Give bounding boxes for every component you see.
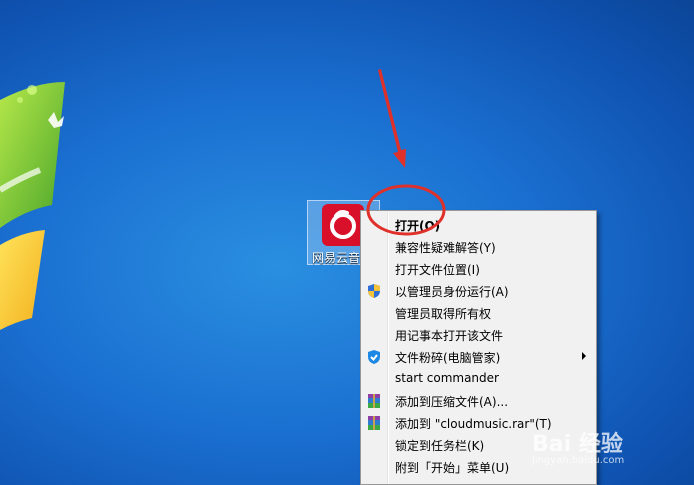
winrar-icon bbox=[366, 415, 382, 431]
menu-item-label: 附到「开始」菜单(U) bbox=[395, 461, 510, 475]
menu-item-label: 用记事本打开该文件 bbox=[395, 329, 504, 343]
menu-item-add-to-archive[interactable]: 添加到压缩文件(A)... bbox=[363, 390, 594, 412]
menu-item-open[interactable]: 打开(O) bbox=[363, 214, 594, 236]
menu-item-run-as-admin[interactable]: 以管理员身份运行(A) bbox=[363, 280, 594, 302]
baidu-jingyan-watermark: Bai 经验 bbox=[532, 432, 623, 457]
watermark-url: jingyan.baidu.com bbox=[532, 455, 625, 466]
menu-item-label: 打开(O) bbox=[395, 219, 441, 233]
menu-item-label: 文件粉碎(电脑管家) bbox=[395, 351, 501, 365]
menu-item-label: 添加到压缩文件(A)... bbox=[395, 395, 509, 409]
menu-item-open-with-notepad[interactable]: 用记事本打开该文件 bbox=[363, 324, 594, 346]
menu-item-compatibility-troubleshoot[interactable]: 兼容性疑难解答(Y) bbox=[363, 236, 594, 258]
menu-item-label: 以管理员身份运行(A) bbox=[395, 285, 509, 299]
menu-item-label: 兼容性疑难解答(Y) bbox=[395, 241, 496, 255]
menu-item-label: 打开文件位置(I) bbox=[395, 263, 480, 277]
windows-logo-wallpaper bbox=[0, 82, 65, 330]
menu-item-file-shredder[interactable]: 文件粉碎(电脑管家) bbox=[363, 346, 594, 368]
netease-music-app-icon bbox=[322, 204, 364, 246]
pc-manager-shield-icon bbox=[366, 349, 382, 365]
menu-item-label: start commander bbox=[395, 371, 499, 385]
winrar-icon bbox=[366, 393, 382, 409]
menu-item-start-commander[interactable]: start commander bbox=[363, 368, 594, 390]
menu-item-label: 管理员取得所有权 bbox=[395, 307, 492, 321]
menu-item-label: 锁定到任务栏(K) bbox=[395, 439, 485, 453]
menu-item-label: 添加到 "cloudmusic.rar"(T) bbox=[395, 417, 552, 431]
submenu-arrow-icon bbox=[582, 352, 586, 360]
menu-item-take-ownership[interactable]: 管理员取得所有权 bbox=[363, 302, 594, 324]
uac-shield-icon bbox=[366, 283, 382, 299]
menu-item-open-file-location[interactable]: 打开文件位置(I) bbox=[363, 258, 594, 280]
